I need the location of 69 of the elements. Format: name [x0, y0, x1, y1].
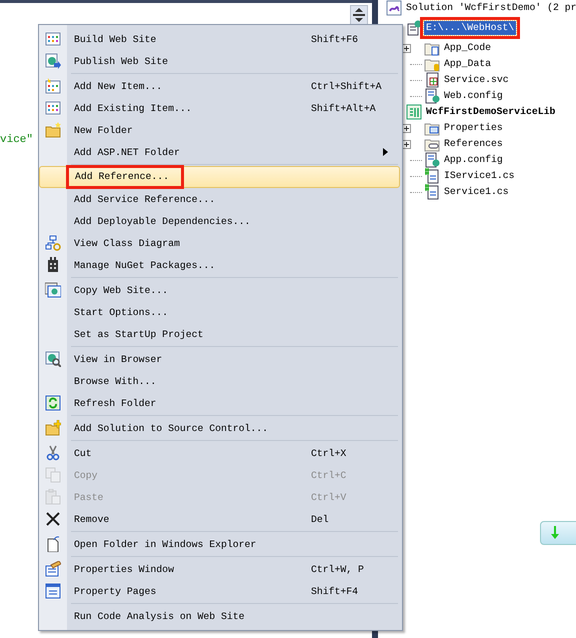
globe-arrow-icon — [45, 53, 61, 69]
annotation-box: Add Reference... — [66, 165, 184, 189]
tree-item[interactable]: Service.svc — [442, 73, 511, 87]
copy-icon — [45, 467, 61, 483]
remove-icon — [45, 511, 61, 527]
tree-item[interactable]: App.config — [442, 153, 505, 167]
tree-item[interactable]: Web.config — [442, 89, 505, 103]
class-diagram-icon — [45, 235, 61, 251]
menu-item[interactable]: New Folder — [39, 119, 400, 141]
menu-item[interactable]: Property Pages Shift+F4 — [39, 580, 400, 602]
menu-item[interactable]: Add Solution to Source Control... — [39, 417, 400, 439]
project-icon — [406, 104, 422, 120]
menu-item[interactable]: Run Code Analysis on Web Site — [39, 605, 400, 627]
menu-item[interactable]: Add New Item... Ctrl+Shift+A — [39, 75, 400, 97]
menu-item[interactable]: Add Deployable Dependencies... — [39, 210, 400, 232]
menu-item[interactable]: Refresh Folder — [39, 392, 400, 414]
folder-plus-icon — [45, 420, 61, 436]
tree-item[interactable]: Properties — [442, 121, 505, 135]
tree-item[interactable]: Service1.cs — [442, 185, 511, 199]
tree-item[interactable]: App_Code — [442, 41, 494, 55]
menu-item[interactable]: Publish Web Site — [39, 50, 400, 72]
globe-magnifier-icon — [45, 351, 61, 367]
down-arrow-icon — [549, 526, 561, 540]
menu-item[interactable]: View in Browser — [39, 348, 400, 370]
config-file-icon — [424, 152, 440, 168]
menu-item[interactable]: Copy Web Site... — [39, 279, 400, 301]
window-icon — [45, 282, 61, 298]
config-file-icon — [424, 88, 440, 104]
package-icon — [45, 257, 61, 273]
web-project-icon — [406, 20, 422, 36]
menu-item[interactable]: Properties Window Ctrl+W, P — [39, 558, 400, 580]
tree-item[interactable]: App_Data — [442, 57, 494, 71]
tree-item[interactable]: IService1.cs — [442, 169, 517, 183]
menu-item[interactable]: Manage NuGet Packages... — [39, 254, 400, 276]
grid-icon — [45, 31, 61, 47]
split-icon — [353, 8, 365, 22]
splitter-button[interactable] — [350, 5, 368, 25]
menu-item[interactable]: Add ASP.NET Folder — [39, 141, 400, 163]
tree-item[interactable]: Solution 'WcfFirstDemo' (2 pr — [404, 1, 576, 15]
menu-item[interactable]: Add Existing Item... Shift+Alt+A — [39, 97, 400, 119]
menu-item[interactable]: Add Reference... — [39, 166, 400, 188]
properties-icon — [45, 561, 61, 577]
grid-icon — [45, 100, 61, 116]
menu-item[interactable]: Set as StartUp Project — [39, 323, 400, 345]
expand-icon[interactable] — [402, 140, 411, 148]
tree-item[interactable]: References — [442, 137, 505, 151]
code-file-icon — [424, 168, 440, 184]
menu-item[interactable]: Browse With... — [39, 370, 400, 392]
menu-item[interactable]: View Class Diagram — [39, 232, 400, 254]
page-icon — [45, 536, 61, 552]
code-file-icon — [424, 184, 440, 200]
paste-icon — [45, 489, 61, 505]
new-item-icon — [45, 78, 61, 94]
menu-item[interactable]: Remove Del — [39, 508, 400, 530]
menu-item[interactable]: Add Service Reference... — [39, 188, 400, 210]
code-text: vice" — [0, 134, 34, 146]
refresh-icon — [45, 395, 61, 411]
menu-item[interactable]: Build Web Site Shift+F6 — [39, 28, 400, 50]
property-pages-icon — [45, 583, 61, 599]
new-folder-icon — [45, 122, 61, 138]
menu-item[interactable]: Cut Ctrl+X — [39, 442, 400, 464]
tree-item[interactable]: E:\...\WebHost\ — [424, 21, 516, 35]
tree-item[interactable]: WcfFirstDemoServiceLib — [424, 105, 558, 119]
expand-icon[interactable] — [402, 124, 411, 132]
menu-item[interactable]: Open Folder in Windows Explorer — [39, 533, 400, 555]
menu-item[interactable]: Start Options... — [39, 301, 400, 323]
scissors-icon — [45, 445, 61, 461]
expand-icon[interactable] — [402, 44, 411, 52]
service-file-icon — [424, 72, 440, 88]
